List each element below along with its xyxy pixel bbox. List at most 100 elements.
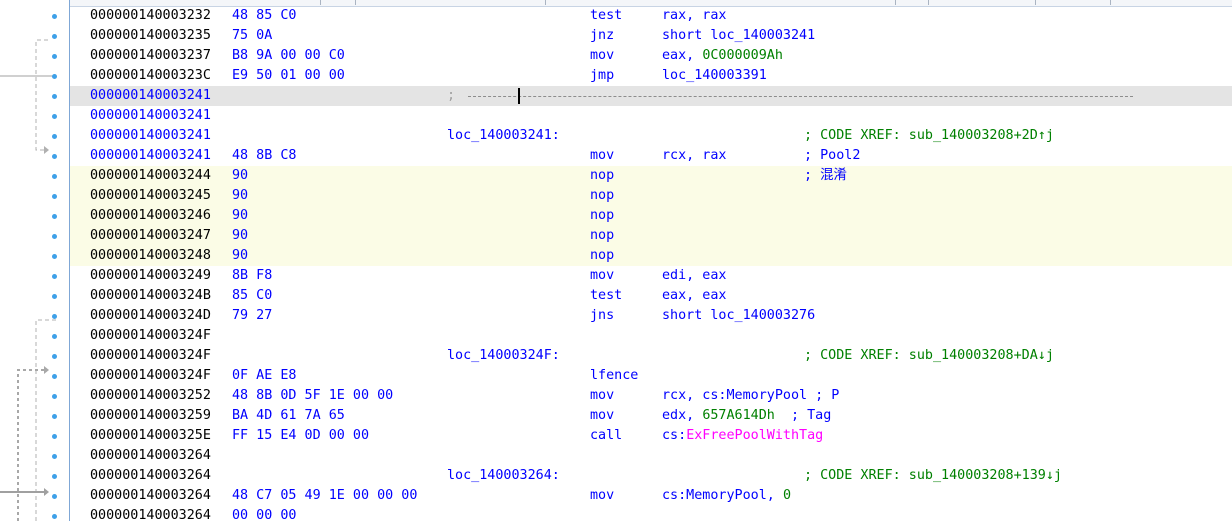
- line-marker-dot[interactable]: [52, 34, 57, 39]
- operands[interactable]: rcx, rax: [662, 146, 727, 166]
- listing-row[interactable]: 00000014000324D 79 27 jns short loc_1400032…: [70, 306, 1232, 326]
- mnemonic[interactable]: call: [590, 426, 622, 446]
- code-label[interactable]: loc_14000324F:: [447, 346, 560, 366]
- line-marker-dot[interactable]: [52, 54, 57, 59]
- address[interactable]: 000000140003241: [90, 106, 211, 126]
- opcode-bytes[interactable]: 8B F8: [232, 266, 272, 286]
- line-marker-dot[interactable]: [52, 414, 57, 419]
- address[interactable]: 000000140003245: [90, 186, 211, 206]
- address[interactable]: 00000014000324F: [90, 326, 211, 346]
- listing-row[interactable]: 000000140003232 48 85 C0 test rax, rax: [70, 6, 1232, 26]
- operand-part[interactable]: ; Tag: [775, 408, 831, 423]
- listing-row[interactable]: 00000014000324F loc_14000324F: ; CODE XREF…: [70, 346, 1232, 366]
- operand-part[interactable]: rcx, rax: [662, 148, 727, 163]
- line-marker-dot[interactable]: [52, 494, 57, 499]
- operand-part[interactable]: short loc_140003241: [662, 28, 815, 43]
- operand-part[interactable]: rax, rax: [662, 8, 727, 23]
- mnemonic[interactable]: mov: [590, 406, 614, 426]
- address[interactable]: 00000014000324D: [90, 306, 211, 326]
- line-marker-dot[interactable]: [52, 254, 57, 259]
- operands[interactable]: short loc_140003276: [662, 306, 815, 326]
- operands[interactable]: rcx, cs:MemoryPool ; P: [662, 386, 839, 406]
- address[interactable]: 00000014000325E: [90, 426, 211, 446]
- line-marker-dot[interactable]: [52, 154, 57, 159]
- address[interactable]: 000000140003249: [90, 266, 211, 286]
- code-label[interactable]: loc_140003264:: [447, 466, 560, 486]
- operand-part[interactable]: ExFreePoolWithTag: [686, 428, 823, 443]
- listing-row[interactable]: 000000140003252 48 8B 0D 5F 1E 00 00 mov rc…: [70, 386, 1232, 406]
- operands[interactable]: cs:ExFreePoolWithTag: [662, 426, 823, 446]
- opcode-bytes[interactable]: 48 85 C0: [232, 6, 297, 26]
- listing-row[interactable]: 000000140003237 B8 9A 00 00 C0 mov eax, 0C0…: [70, 46, 1232, 66]
- listing-row[interactable]: 00000014000324F 0F AE E8 lfence: [70, 366, 1232, 386]
- operand-part[interactable]: 0: [783, 488, 791, 503]
- listing-row[interactable]: 000000140003241;: [70, 86, 1232, 106]
- comment[interactable]: ; CODE XREF: sub_140003208+DA↓j: [804, 346, 1054, 366]
- disassembly-listing[interactable]: 000000140003232 48 85 C0 test rax, rax 00000…: [70, 6, 1232, 523]
- address[interactable]: 000000140003237: [90, 46, 211, 66]
- line-marker-dot[interactable]: [52, 334, 57, 339]
- line-marker-dot[interactable]: [52, 354, 57, 359]
- operand-part[interactable]: 0C000009Ah: [702, 48, 783, 63]
- address[interactable]: 000000140003241: [90, 86, 211, 106]
- separator-comment[interactable]: ;: [447, 86, 463, 106]
- line-marker-dot[interactable]: [52, 434, 57, 439]
- operands[interactable]: cs:MemoryPool, 0: [662, 486, 791, 506]
- opcode-bytes[interactable]: 90: [232, 246, 248, 266]
- opcode-bytes[interactable]: 90: [232, 206, 248, 226]
- address[interactable]: 00000014000324B: [90, 286, 211, 306]
- address[interactable]: 00000014000323C: [90, 66, 211, 86]
- operand-part[interactable]: eax, eax: [662, 288, 727, 303]
- mnemonic[interactable]: jmp: [590, 66, 614, 86]
- comment[interactable]: ; CODE XREF: sub_140003208+2D↑j: [804, 126, 1054, 146]
- listing-row[interactable]: 00000014000323C E9 50 01 00 00 jmp loc_1400…: [70, 66, 1232, 86]
- operands[interactable]: eax, 0C000009Ah: [662, 46, 783, 66]
- mnemonic[interactable]: lfence: [590, 366, 638, 386]
- line-marker-dot[interactable]: [52, 294, 57, 299]
- line-marker-dot[interactable]: [52, 234, 57, 239]
- address[interactable]: 000000140003264: [90, 446, 211, 466]
- opcode-bytes[interactable]: E9 50 01 00 00: [232, 66, 345, 86]
- listing-row[interactable]: 000000140003248 90 nop: [70, 246, 1232, 266]
- comment[interactable]: ; 混淆: [804, 166, 847, 186]
- opcode-bytes[interactable]: 48 C7 05 49 1E 00 00 00: [232, 486, 417, 506]
- mnemonic[interactable]: mov: [590, 386, 614, 406]
- mnemonic[interactable]: mov: [590, 486, 614, 506]
- mnemonic[interactable]: nop: [590, 206, 614, 226]
- opcode-bytes[interactable]: 79 27: [232, 306, 272, 326]
- opcode-bytes[interactable]: 00 00 00: [232, 506, 297, 526]
- listing-row[interactable]: 000000140003259 BA 4D 61 7A 65 mov edx, 657…: [70, 406, 1232, 426]
- operand-part[interactable]: rcx, cs:MemoryPool ; P: [662, 388, 839, 403]
- opcode-bytes[interactable]: 90: [232, 186, 248, 206]
- operand-part[interactable]: eax,: [662, 48, 702, 63]
- line-marker-dot[interactable]: [52, 134, 57, 139]
- address[interactable]: 000000140003232: [90, 6, 211, 26]
- line-marker-dot[interactable]: [52, 394, 57, 399]
- listing-row[interactable]: 000000140003249 8B F8 mov edi, eax: [70, 266, 1232, 286]
- opcode-bytes[interactable]: 90: [232, 166, 248, 186]
- address[interactable]: 000000140003264: [90, 486, 211, 506]
- mnemonic[interactable]: mov: [590, 266, 614, 286]
- listing-row[interactable]: 000000140003241: [70, 106, 1232, 126]
- address[interactable]: 00000014000324F: [90, 366, 211, 386]
- address[interactable]: 000000140003264: [90, 506, 211, 526]
- comment[interactable]: ; CODE XREF: sub_140003208+139↓j: [804, 466, 1062, 486]
- line-marker-dot[interactable]: [52, 474, 57, 479]
- address[interactable]: 000000140003248: [90, 246, 211, 266]
- opcode-bytes[interactable]: FF 15 E4 0D 00 00: [232, 426, 369, 446]
- listing-row[interactable]: 000000140003264 48 C7 05 49 1E 00 00 00 mo…: [70, 486, 1232, 506]
- opcode-bytes[interactable]: B8 9A 00 00 C0: [232, 46, 345, 66]
- operand-part[interactable]: cs:MemoryPool,: [662, 488, 783, 503]
- mnemonic[interactable]: nop: [590, 226, 614, 246]
- operands[interactable]: edx, 657A614Dh ; Tag: [662, 406, 831, 426]
- comment[interactable]: ; Pool2: [804, 146, 860, 166]
- operand-part[interactable]: short loc_140003276: [662, 308, 815, 323]
- line-marker-dot[interactable]: [52, 174, 57, 179]
- line-marker-dot[interactable]: [52, 374, 57, 379]
- listing-row[interactable]: 000000140003244 90 nop ; 混淆: [70, 166, 1232, 186]
- line-marker-dot[interactable]: [52, 74, 57, 79]
- operands[interactable]: eax, eax: [662, 286, 727, 306]
- line-marker-dot[interactable]: [52, 214, 57, 219]
- address[interactable]: 000000140003235: [90, 26, 211, 46]
- line-marker-dot[interactable]: [52, 94, 57, 99]
